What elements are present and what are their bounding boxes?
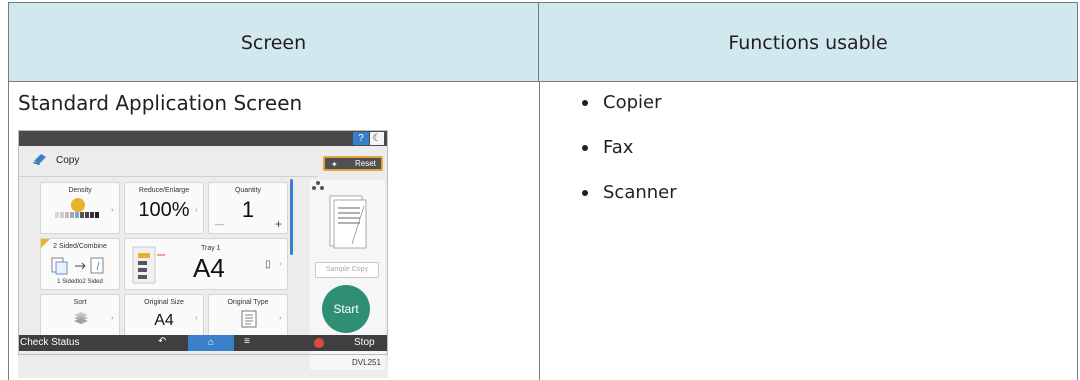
original-size-value: A4 bbox=[154, 312, 174, 329]
original-size-label: Original Size bbox=[144, 299, 184, 306]
chevron-right-icon: › bbox=[195, 313, 198, 322]
copy-preview-icon bbox=[329, 195, 367, 249]
function-item: Fax bbox=[582, 137, 633, 158]
sort-tile[interactable]: Sort › bbox=[40, 294, 120, 340]
chevron-right-icon: › bbox=[195, 205, 198, 214]
original-size-tile[interactable]: Original Size A4 › bbox=[124, 294, 204, 340]
quantity-plus-button[interactable]: + bbox=[275, 217, 282, 231]
sample-copy-button[interactable]: Sample Copy bbox=[315, 262, 379, 278]
reset-button[interactable]: ✦ Reset bbox=[323, 156, 383, 171]
density-scale-icon bbox=[55, 212, 99, 218]
paper-orientation-icon: ▯ bbox=[265, 259, 271, 270]
reset-icon: ✦ bbox=[331, 160, 338, 169]
chevron-right-icon: › bbox=[111, 205, 114, 214]
function-label: Copier bbox=[603, 92, 662, 113]
chevron-right-icon: › bbox=[279, 259, 282, 268]
back-icon[interactable]: ↶ bbox=[158, 336, 166, 347]
stop-button[interactable]: Stop bbox=[354, 337, 375, 348]
chevron-right-icon: › bbox=[279, 313, 282, 322]
reduce-enlarge-tile[interactable]: Reduce/Enlarge 100% › bbox=[124, 182, 204, 234]
original-type-label: Original Type bbox=[227, 299, 269, 306]
energy-saver-icon[interactable]: ☾ bbox=[370, 132, 384, 145]
table-left-border bbox=[8, 82, 9, 380]
table-right-border bbox=[1077, 82, 1078, 380]
reduce-enlarge-label: Reduce/Enlarge bbox=[138, 187, 190, 194]
chevron-right-icon: › bbox=[111, 313, 114, 322]
quantity-minus-button[interactable]: — bbox=[215, 219, 224, 229]
home-icon[interactable]: ⌂ bbox=[188, 335, 234, 351]
copier-screen: ? ☾ Copy ✦ Reset Density › Reduce/Enlarg… bbox=[18, 130, 388, 378]
sort-stack-icon bbox=[74, 312, 88, 324]
reduce-enlarge-value: 100% bbox=[138, 199, 190, 221]
bullet-icon bbox=[582, 144, 588, 151]
text-document-icon bbox=[241, 310, 257, 328]
quantity-label: Quantity bbox=[234, 187, 262, 194]
figure-id: DVL251 bbox=[352, 358, 381, 367]
paper-tray-tile[interactable]: Tray 1 A4 ▯ › bbox=[124, 238, 288, 290]
duplex-label: 2 Sided/Combine bbox=[53, 243, 107, 250]
tray-paper-size: A4 bbox=[193, 253, 225, 283]
bullet-icon bbox=[582, 99, 588, 106]
paper-tray-icon bbox=[132, 246, 165, 284]
start-button[interactable]: Start bbox=[322, 285, 370, 333]
app-title: Copy bbox=[56, 155, 80, 166]
tray-label: Tray 1 bbox=[201, 245, 221, 252]
table-middle-border bbox=[539, 82, 540, 380]
table-header: Screen Functions usable bbox=[8, 2, 1078, 82]
sort-label: Sort bbox=[73, 299, 87, 306]
help-button[interactable]: ? bbox=[353, 132, 369, 145]
row-title: Standard Application Screen bbox=[18, 91, 303, 115]
function-item: Scanner bbox=[582, 182, 677, 203]
duplex-conversion-icon bbox=[51, 257, 104, 275]
density-tile[interactable]: Density › bbox=[40, 182, 120, 234]
function-label: Scanner bbox=[603, 182, 677, 203]
system-bar: ? ☾ bbox=[18, 130, 388, 146]
duplex-tile[interactable]: 2 Sided/Combine 1 Sidedto2 Sided bbox=[40, 238, 120, 290]
density-indicator-icon bbox=[71, 198, 85, 212]
copy-app-icon bbox=[33, 154, 46, 165]
menu-icon[interactable]: ≡ bbox=[244, 336, 250, 347]
reset-label: Reset bbox=[355, 159, 376, 168]
job-list-icon[interactable] bbox=[311, 180, 325, 192]
bottom-bar: Check Status ↶ ⌂ ≡ Stop bbox=[18, 335, 388, 351]
stop-icon[interactable] bbox=[314, 338, 324, 348]
bullet-icon bbox=[582, 189, 588, 196]
scrollbar[interactable] bbox=[290, 179, 293, 255]
header-screen: Screen bbox=[8, 3, 539, 82]
density-label: Density bbox=[68, 187, 92, 194]
header-divider bbox=[18, 176, 318, 177]
original-type-tile[interactable]: Original Type › bbox=[208, 294, 288, 340]
duplex-mode: 1 Sidedto2 Sided bbox=[57, 279, 103, 285]
quantity-tile[interactable]: Quantity 1 — + bbox=[208, 182, 288, 234]
header-functions: Functions usable bbox=[539, 3, 1078, 82]
function-item: Copier bbox=[582, 92, 661, 113]
function-label: Fax bbox=[603, 137, 634, 158]
check-status-button[interactable]: Check Status bbox=[20, 337, 79, 348]
